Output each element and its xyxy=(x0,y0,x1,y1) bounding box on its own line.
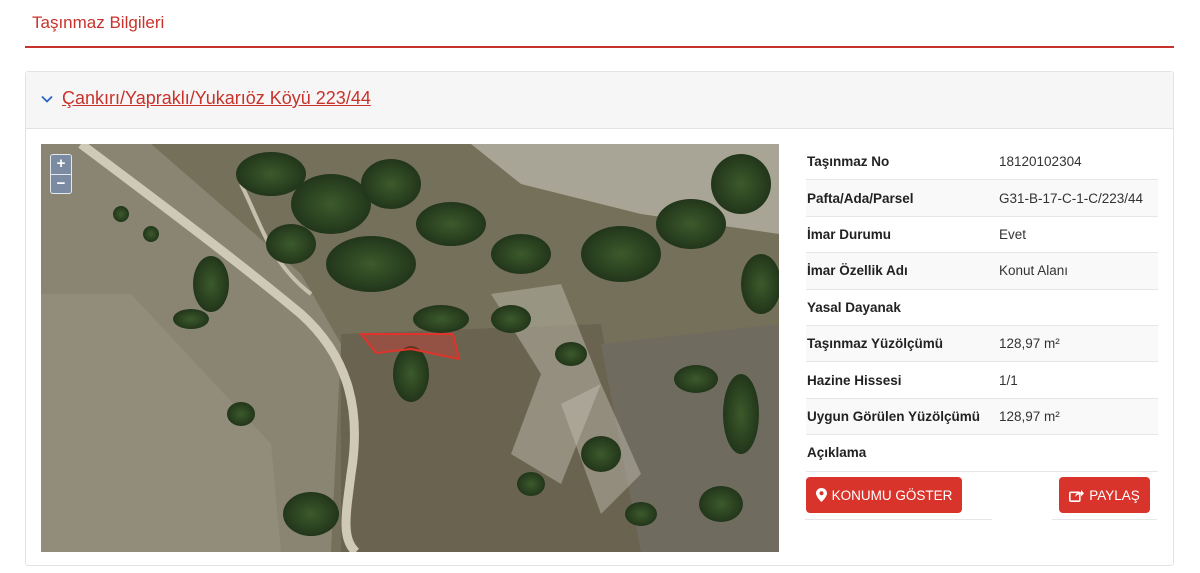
chevron-down-icon[interactable] xyxy=(40,92,54,106)
share-button[interactable]: PAYLAŞ xyxy=(1059,477,1150,513)
info-label: Hazine Hissesi xyxy=(807,372,902,388)
card-header[interactable]: Çankırı/Yapraklı/Yukarıöz Köyü 223/44 xyxy=(26,72,1173,129)
info-row-property-no: Taşınmaz No 18120102304 xyxy=(806,144,1158,181)
info-label: Pafta/Ada/Parsel xyxy=(807,190,914,206)
info-row-approved-area: Uygun Görülen Yüzölçümü 128,97 m² xyxy=(806,398,1158,436)
show-location-button[interactable]: KONUMU GÖSTER xyxy=(806,477,962,513)
info-label: Taşınmaz Yüzölçümü xyxy=(807,336,944,352)
info-value: Evet xyxy=(999,226,1027,242)
info-value: 128,97 m² xyxy=(999,336,1060,352)
property-location-link[interactable]: Çankırı/Yapraklı/Yukarıöz Köyü 223/44 xyxy=(62,88,371,109)
info-row-sheet-parcel: Pafta/Ada/Parsel G31-B-17-C-1-C/223/44 xyxy=(806,180,1158,217)
share-icon xyxy=(1069,489,1085,502)
info-value: 1/1 xyxy=(999,372,1018,388)
section-divider xyxy=(25,46,1174,48)
info-row-description: Açıklama xyxy=(806,435,1158,472)
section-title: Taşınmaz Bilgileri xyxy=(32,13,165,32)
info-value: G31-B-17-C-1-C/223/44 xyxy=(999,190,1144,206)
info-row-legal-basis: Yasal Dayanak xyxy=(806,289,1158,326)
satellite-map[interactable]: + − xyxy=(41,144,779,552)
info-label: İmar Durumu xyxy=(807,226,892,242)
info-label: Yasal Dayanak xyxy=(807,299,901,315)
map-imagery xyxy=(41,144,779,552)
zoom-out-button[interactable]: − xyxy=(51,174,71,193)
info-label: Taşınmaz No xyxy=(807,154,890,170)
divider xyxy=(805,519,992,520)
info-value: 18120102304 xyxy=(999,154,1082,170)
info-value: Konut Alanı xyxy=(999,263,1069,279)
zoom-in-button[interactable]: + xyxy=(51,155,71,174)
info-label: Açıklama xyxy=(807,445,867,461)
share-label: PAYLAŞ xyxy=(1089,487,1140,503)
info-value: 128,97 m² xyxy=(999,408,1060,424)
info-label: İmar Özellik Adı xyxy=(807,263,908,279)
info-label: Uygun Görülen Yüzölçümü xyxy=(807,408,981,424)
info-row-zoning-status: İmar Durumu Evet xyxy=(806,216,1158,254)
info-row-area: Taşınmaz Yüzölçümü 128,97 m² xyxy=(806,325,1158,363)
property-info-table: Taşınmaz No 18120102304 Pafta/Ada/Parsel… xyxy=(806,144,1158,472)
info-row-zoning-type: İmar Özellik Adı Konut Alanı xyxy=(806,253,1158,290)
info-row-treasury-share: Hazine Hissesi 1/1 xyxy=(806,362,1158,399)
divider xyxy=(1052,519,1157,520)
show-location-label: KONUMU GÖSTER xyxy=(831,487,953,503)
map-zoom-control: + − xyxy=(50,154,72,194)
action-buttons: KONUMU GÖSTER PAYLAŞ xyxy=(805,475,1157,521)
map-marker-icon xyxy=(815,488,827,502)
